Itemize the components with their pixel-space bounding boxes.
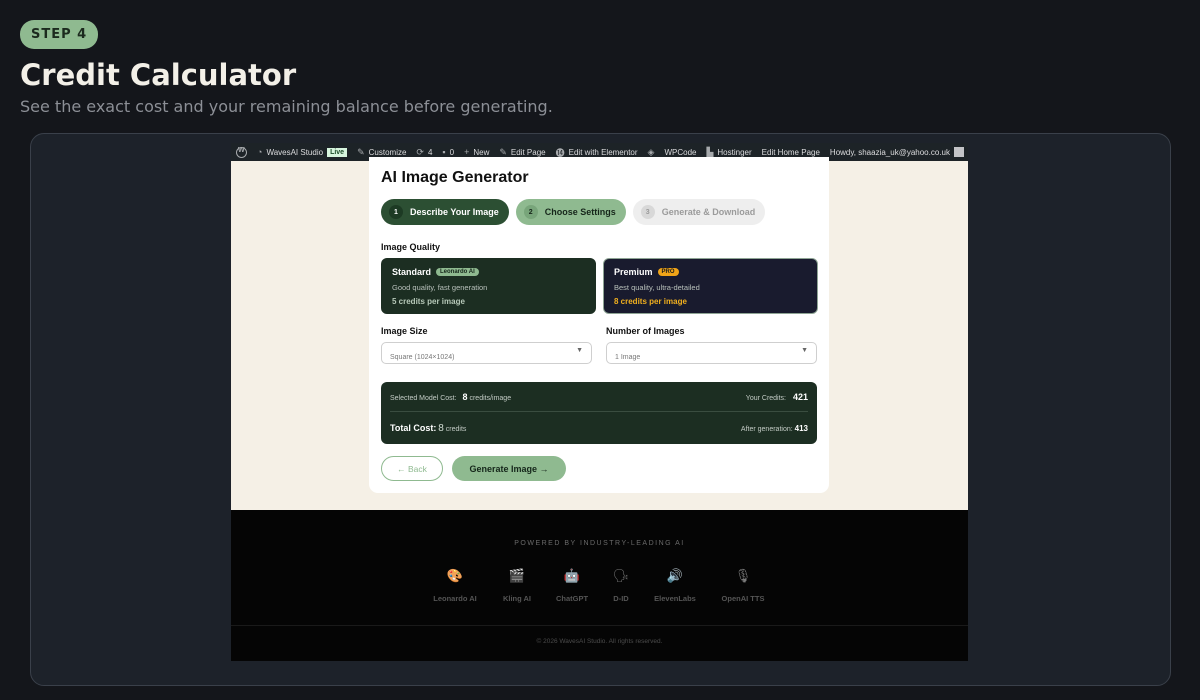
embedded-screenshot: ◔ WavesAI Studio Live ✎ Customize ⟳ 4 ▪ … bbox=[231, 143, 968, 661]
chevron-down-icon: ▼ bbox=[801, 347, 808, 354]
size-label: Image Size bbox=[381, 326, 428, 336]
live-badge: Live bbox=[327, 147, 348, 157]
quality-label: Image Quality bbox=[381, 242, 441, 252]
quality-option-standard[interactable]: Standard Leonardo AI Good quality, fast … bbox=[381, 258, 596, 314]
diamond-icon: ◈ bbox=[647, 146, 655, 157]
avatar bbox=[953, 147, 964, 157]
footer-divider bbox=[231, 625, 968, 626]
brand-did: 🗣 D-ID bbox=[612, 568, 630, 603]
model-cost-value: 8 bbox=[462, 391, 468, 402]
copyright-text: © 2026 WavesAI Studio. All rights reserv… bbox=[536, 638, 663, 645]
wordpress-icon bbox=[236, 146, 247, 158]
palette-icon: 🎨 bbox=[446, 568, 464, 583]
image-count-select[interactable]: 1 Image ▼ bbox=[606, 342, 817, 364]
step-generate[interactable]: 3 Generate & Download bbox=[632, 199, 766, 225]
brand-openai-tts: 🎙 OpenAI TTS bbox=[721, 568, 765, 603]
total-cost-value: 8 bbox=[438, 422, 444, 434]
robot-icon: 🤖 bbox=[563, 568, 581, 583]
generator-card: AI Image Generator 1 Describe Your Image… bbox=[369, 157, 829, 493]
microphone-icon: 🎙 bbox=[734, 568, 752, 583]
step-badge: STEP 4 bbox=[20, 20, 99, 49]
site-name-link[interactable]: ◔ WavesAI Studio Live bbox=[252, 143, 352, 161]
your-credits-value: 421 bbox=[792, 391, 808, 402]
account-menu[interactable]: Howdy, shaazia_uk@yahoo.co.uk bbox=[825, 143, 968, 161]
brush-icon: ✎ bbox=[357, 146, 365, 157]
chevron-down-icon: ▼ bbox=[576, 347, 583, 354]
page-title: Credit Calculator bbox=[20, 58, 297, 92]
dashboard-icon: ◔ bbox=[257, 147, 263, 157]
cost-summary: Selected Model Cost: 8 credits/image You… bbox=[381, 382, 817, 444]
image-size-select[interactable]: Square (1024×1024) ▼ bbox=[381, 342, 592, 364]
generator-title: AI Image Generator bbox=[381, 169, 529, 186]
after-generation-value: 413 bbox=[794, 423, 808, 433]
plus-icon: + bbox=[464, 147, 470, 157]
refresh-icon: ⟳ bbox=[416, 146, 424, 157]
leonardo-tag: Leonardo AI bbox=[436, 268, 479, 276]
step-describe[interactable]: 1 Describe Your Image bbox=[381, 199, 509, 225]
brand-elevenlabs: 🔊 ElevenLabs bbox=[654, 568, 696, 603]
comment-icon: ▪ bbox=[442, 147, 446, 157]
brand-leonardo: 🎨 Leonardo AI bbox=[433, 568, 477, 603]
clapper-icon: 🎬 bbox=[508, 568, 526, 583]
powered-by-text: POWERED BY INDUSTRY-LEADING AI bbox=[514, 540, 685, 547]
generate-button[interactable]: Generate Image → bbox=[452, 456, 566, 481]
wp-logo-button[interactable] bbox=[231, 143, 252, 161]
pencil-icon: ✎ bbox=[499, 146, 507, 157]
step-settings[interactable]: 2 Choose Settings bbox=[515, 199, 626, 225]
speaker-icon: 🔊 bbox=[666, 568, 684, 583]
pro-tag: PRO bbox=[657, 268, 679, 276]
page-subtitle: See the exact cost and your remaining ba… bbox=[20, 97, 553, 116]
site-footer: POWERED BY INDUSTRY-LEADING AI 🎨 Leonard… bbox=[231, 510, 968, 661]
count-label: Number of Images bbox=[606, 326, 685, 336]
brand-chatgpt: 🤖 ChatGPT bbox=[555, 568, 589, 603]
quality-option-premium[interactable]: Premium PRO Best quality, ultra-detailed… bbox=[603, 258, 818, 314]
hostinger-icon: ▙ bbox=[706, 146, 714, 157]
brand-kling: 🎬 Kling AI bbox=[502, 568, 532, 603]
speaking-head-icon: 🗣 bbox=[612, 568, 630, 583]
back-button[interactable]: ← Back bbox=[381, 456, 443, 481]
step-indicator: 1 Describe Your Image 2 Choose Settings … bbox=[381, 199, 766, 225]
